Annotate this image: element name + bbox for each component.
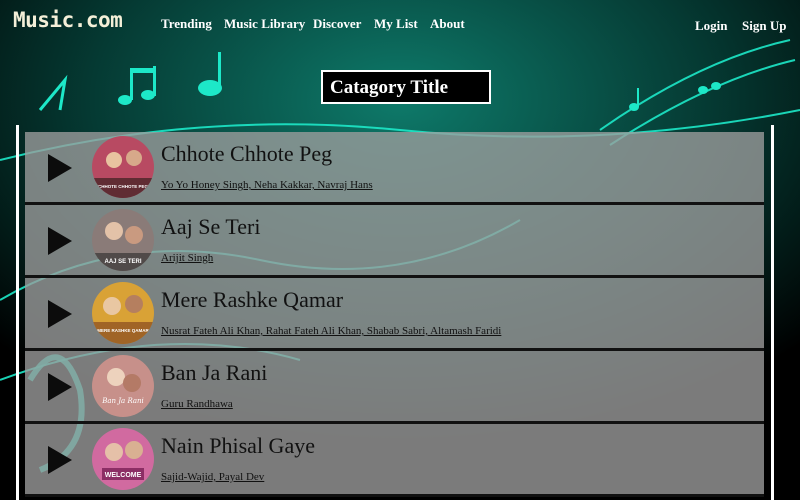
song-list: CHHOTE CHHOTE PEG Chhote Chhote Peg Yo Y… [25,132,764,497]
song-artists[interactable]: Nusrat Fateh Ali Khan, Rahat Fateh Ali K… [161,325,501,337]
play-icon[interactable] [48,446,72,474]
song-artists[interactable]: Sajid-Wajid, Payal Dev [161,471,264,483]
signup-link[interactable]: Sign Up [742,18,786,34]
song-artists[interactable]: Yo Yo Honey Singh, Neha Kakkar, Navraj H… [161,179,373,191]
song-row[interactable]: AAJ SE TERI Aaj Se Teri Arijit Singh [25,205,764,278]
album-cover: AAJ SE TERI [92,209,154,271]
nav-about[interactable]: About [430,16,465,32]
cover-text: WELCOME [105,472,142,479]
album-cover: MERE RASHKE QAMAR [92,282,154,344]
cover-text: AAJ SE TERI [104,259,141,265]
song-title[interactable]: Chhote Chhote Peg [161,141,332,167]
song-artists[interactable]: Arijit Singh [161,252,213,264]
cover-text: CHHOTE CHHOTE PEG [98,184,149,189]
song-title[interactable]: Aaj Se Teri [161,214,260,240]
song-title[interactable]: Nain Phisal Gaye [161,433,315,459]
album-cover: WELCOME [92,428,154,490]
nav-trending[interactable]: Trending [161,16,212,32]
login-link[interactable]: Login [695,18,728,34]
play-icon[interactable] [48,300,72,328]
song-title[interactable]: Mere Rashke Qamar [161,287,343,313]
play-icon[interactable] [48,373,72,401]
song-row[interactable]: Ban Ja Rani Ban Ja Rani Guru Randhawa [25,351,764,424]
cover-text: Ban Ja Rani [101,397,144,405]
category-title: Catagory Title [321,70,491,104]
song-artists[interactable]: Guru Randhawa [161,398,233,410]
cover-fill [92,355,154,417]
site-logo[interactable]: Music.com [13,8,123,32]
top-navigation-bar: Music.com Trending Music Library Discove… [0,0,800,50]
song-row[interactable]: CHHOTE CHHOTE PEG Chhote Chhote Peg Yo Y… [25,132,764,205]
song-row[interactable]: WELCOME Nain Phisal Gaye Sajid-Wajid, Pa… [25,424,764,497]
cover-fill [92,428,154,490]
list-border-left [16,125,19,500]
cover-text: MERE RASHKE QAMAR [97,328,149,333]
nav-discover[interactable]: Discover [313,16,361,32]
nav-my-list[interactable]: My List [374,16,418,32]
song-row[interactable]: MERE RASHKE QAMAR Mere Rashke Qamar Nusr… [25,278,764,351]
nav-music-library[interactable]: Music Library [224,16,305,32]
album-cover: Ban Ja Rani [92,355,154,417]
list-border-right [771,125,774,500]
play-icon[interactable] [48,227,72,255]
song-title[interactable]: Ban Ja Rani [161,360,267,386]
album-cover: CHHOTE CHHOTE PEG [92,136,154,198]
play-icon[interactable] [48,154,72,182]
